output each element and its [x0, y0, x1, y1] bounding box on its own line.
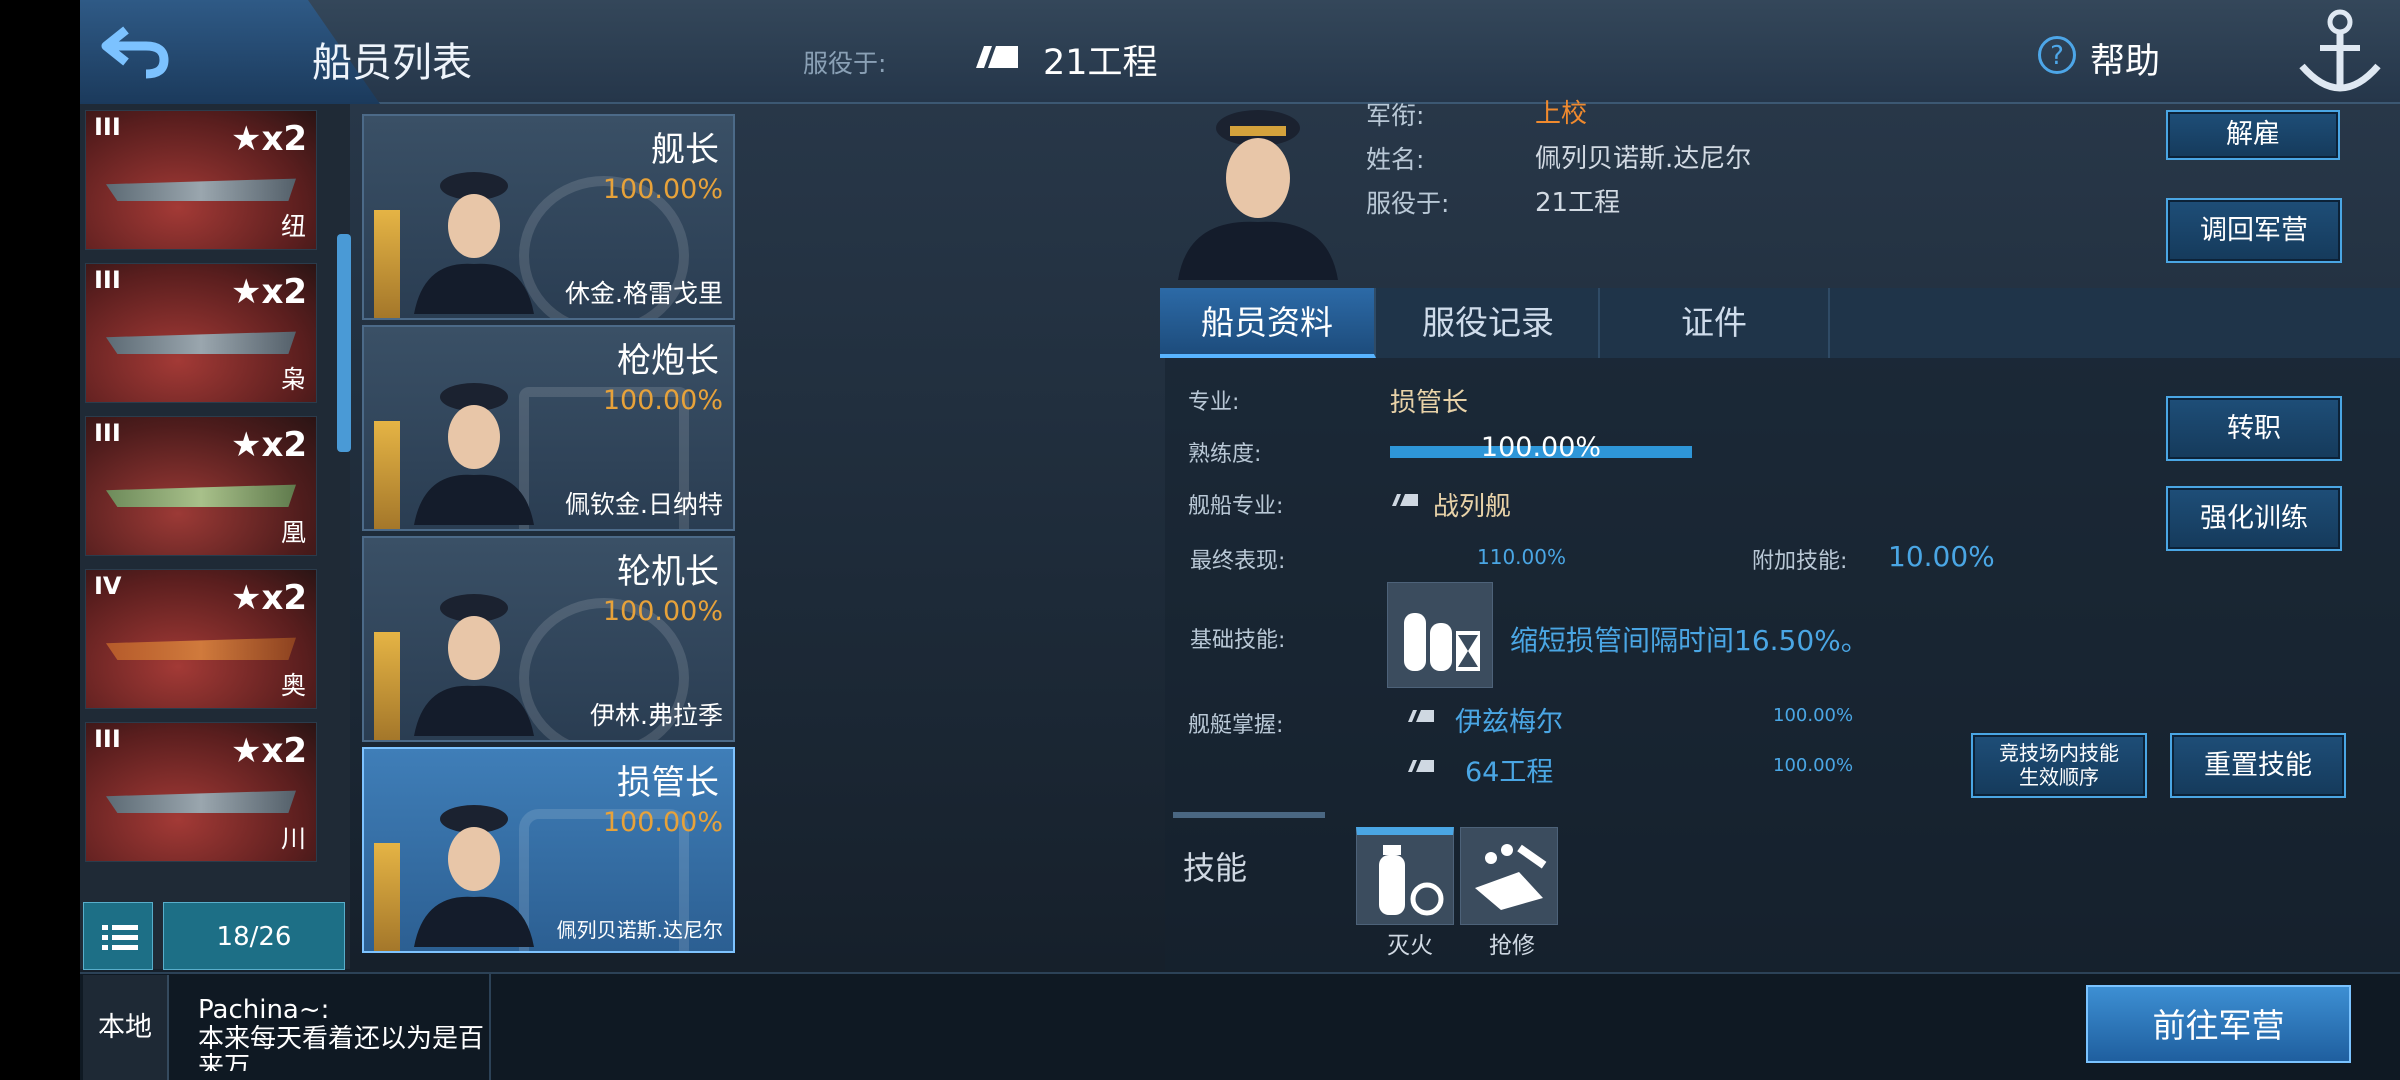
serve-value: 21工程	[1043, 43, 1158, 83]
dismiss-button[interactable]: 解雇	[2166, 110, 2340, 160]
rank-insignia	[374, 210, 400, 318]
crew-card-gunnery[interactable]: 枪炮长 100.00% 佩钦金.日纳特	[362, 325, 735, 531]
officer-portrait	[414, 172, 534, 314]
reset-skills-button[interactable]: 重置技能	[2170, 733, 2346, 798]
fire-extinguisher-icon	[1379, 845, 1444, 916]
chat-sender: Pachina~:	[198, 995, 330, 1025]
ship-class-icon	[1408, 710, 1434, 722]
skill-label: 抢修	[1489, 933, 1535, 959]
rank-value: 上校	[1535, 99, 1588, 129]
proficiency-value: 100.00%	[1480, 432, 1602, 463]
go-to-barracks-button[interactable]: 前往军营	[2086, 985, 2351, 1063]
battleship-class-icon	[1392, 494, 1418, 506]
training-button[interactable]: 强化训练	[2166, 486, 2342, 551]
rank-insignia	[374, 632, 400, 740]
fire-extinguisher-skill[interactable]	[1356, 827, 1454, 925]
ship-list-scrollbar[interactable]	[337, 234, 351, 452]
divider	[489, 972, 491, 1080]
list-view-button[interactable]	[83, 902, 153, 970]
final-perf-value: 110.00%	[1477, 545, 1566, 569]
skill-order-button[interactable]: 竞技场内技能生效顺序	[1971, 733, 2147, 798]
mastery-pct: 100.00%	[1773, 755, 1854, 776]
officer-portrait	[414, 594, 534, 736]
tab-crew-info[interactable]: 船员资料	[1160, 288, 1376, 358]
ship-class-icon	[1408, 760, 1434, 772]
name-label: 姓名:	[1366, 145, 1425, 174]
tab-certificates[interactable]: 证件	[1600, 288, 1830, 358]
list-icon	[102, 925, 138, 950]
mastery-ship[interactable]: 伊兹梅尔	[1455, 700, 1563, 739]
serve-value: 21工程	[1535, 188, 1621, 218]
base-skill-desc: 缩短损管间隔时间16.50%。	[1510, 624, 1869, 657]
ship-card[interactable]: III ★x2 纽	[85, 110, 317, 250]
ship-card[interactable]: IV ★x2 奥	[85, 569, 317, 709]
page-title: 船员列表	[312, 40, 472, 86]
mastery-pct: 100.00%	[1773, 705, 1854, 726]
ship-spec-label: 舰船专业:	[1188, 494, 1284, 519]
mastery-ship[interactable]: 64工程	[1465, 750, 1553, 789]
crew-count: 18/26	[163, 902, 345, 970]
proficiency-label: 熟练度:	[1188, 442, 1262, 467]
bonus-skill-value: 10.00%	[1888, 540, 1995, 573]
officer-portrait	[414, 805, 534, 947]
name-value: 佩列贝诺斯.达尼尔	[1535, 144, 1752, 174]
spec-value: 损管长	[1390, 388, 1469, 418]
skills-title: 技能	[1183, 849, 1248, 887]
back-arrow-icon	[101, 26, 169, 79]
chat-message: 本来每天看着还以为是百来万	[198, 1025, 485, 1071]
ship-card[interactable]: III ★x2 川	[85, 722, 317, 862]
screen-bezel	[0, 0, 80, 1080]
ship-card[interactable]: III ★x2 枭	[85, 263, 317, 403]
ship-card[interactable]: III ★x2 凰	[85, 416, 317, 556]
mastery-label: 舰艇掌握:	[1188, 713, 1284, 738]
damage-control-skill-icon[interactable]	[1387, 582, 1493, 688]
officer-portrait-large	[1178, 110, 1338, 280]
repair-icon	[1475, 844, 1547, 910]
spec-label: 专业:	[1188, 390, 1240, 415]
crew-card-engine[interactable]: 轮机长 100.00% 伊林.弗拉季	[362, 536, 735, 742]
help-icon[interactable]: ?	[2038, 36, 2076, 74]
ship-class-icon	[972, 44, 1022, 70]
serve-label: 服役于:	[1366, 189, 1450, 218]
anchor-icon	[2290, 0, 2390, 100]
chat-channel-button[interactable]: 本地	[83, 975, 169, 1080]
skill-label: 灭火	[1387, 933, 1433, 959]
officer-portrait	[414, 383, 534, 525]
tab-service-record[interactable]: 服役记录	[1378, 288, 1600, 358]
final-perf-label: 最终表现:	[1190, 549, 1286, 574]
rank-insignia	[374, 421, 400, 529]
base-skill-label: 基础技能:	[1190, 628, 1286, 653]
bonus-skill-label: 附加技能:	[1752, 549, 1848, 574]
repair-skill[interactable]	[1460, 827, 1558, 925]
rank-label: 军衔:	[1366, 101, 1425, 130]
recall-button[interactable]: 调回军营	[2166, 198, 2342, 263]
rank-insignia	[374, 843, 400, 951]
divider	[1173, 812, 1325, 818]
transfer-button[interactable]: 转职	[2166, 396, 2342, 461]
serve-label: 服役于:	[803, 49, 887, 78]
crew-card-captain[interactable]: 舰长 100.00% 休金.格雷戈里	[362, 114, 735, 320]
crew-card-damage-control[interactable]: 损管长 100.00% 佩列贝诺斯.达尼尔	[362, 747, 735, 953]
ship-spec-value: 战列舰	[1433, 492, 1512, 522]
help-button[interactable]: 帮助	[2090, 33, 2160, 84]
tab-bar: 船员资料 服役记录 证件	[1160, 288, 2400, 358]
